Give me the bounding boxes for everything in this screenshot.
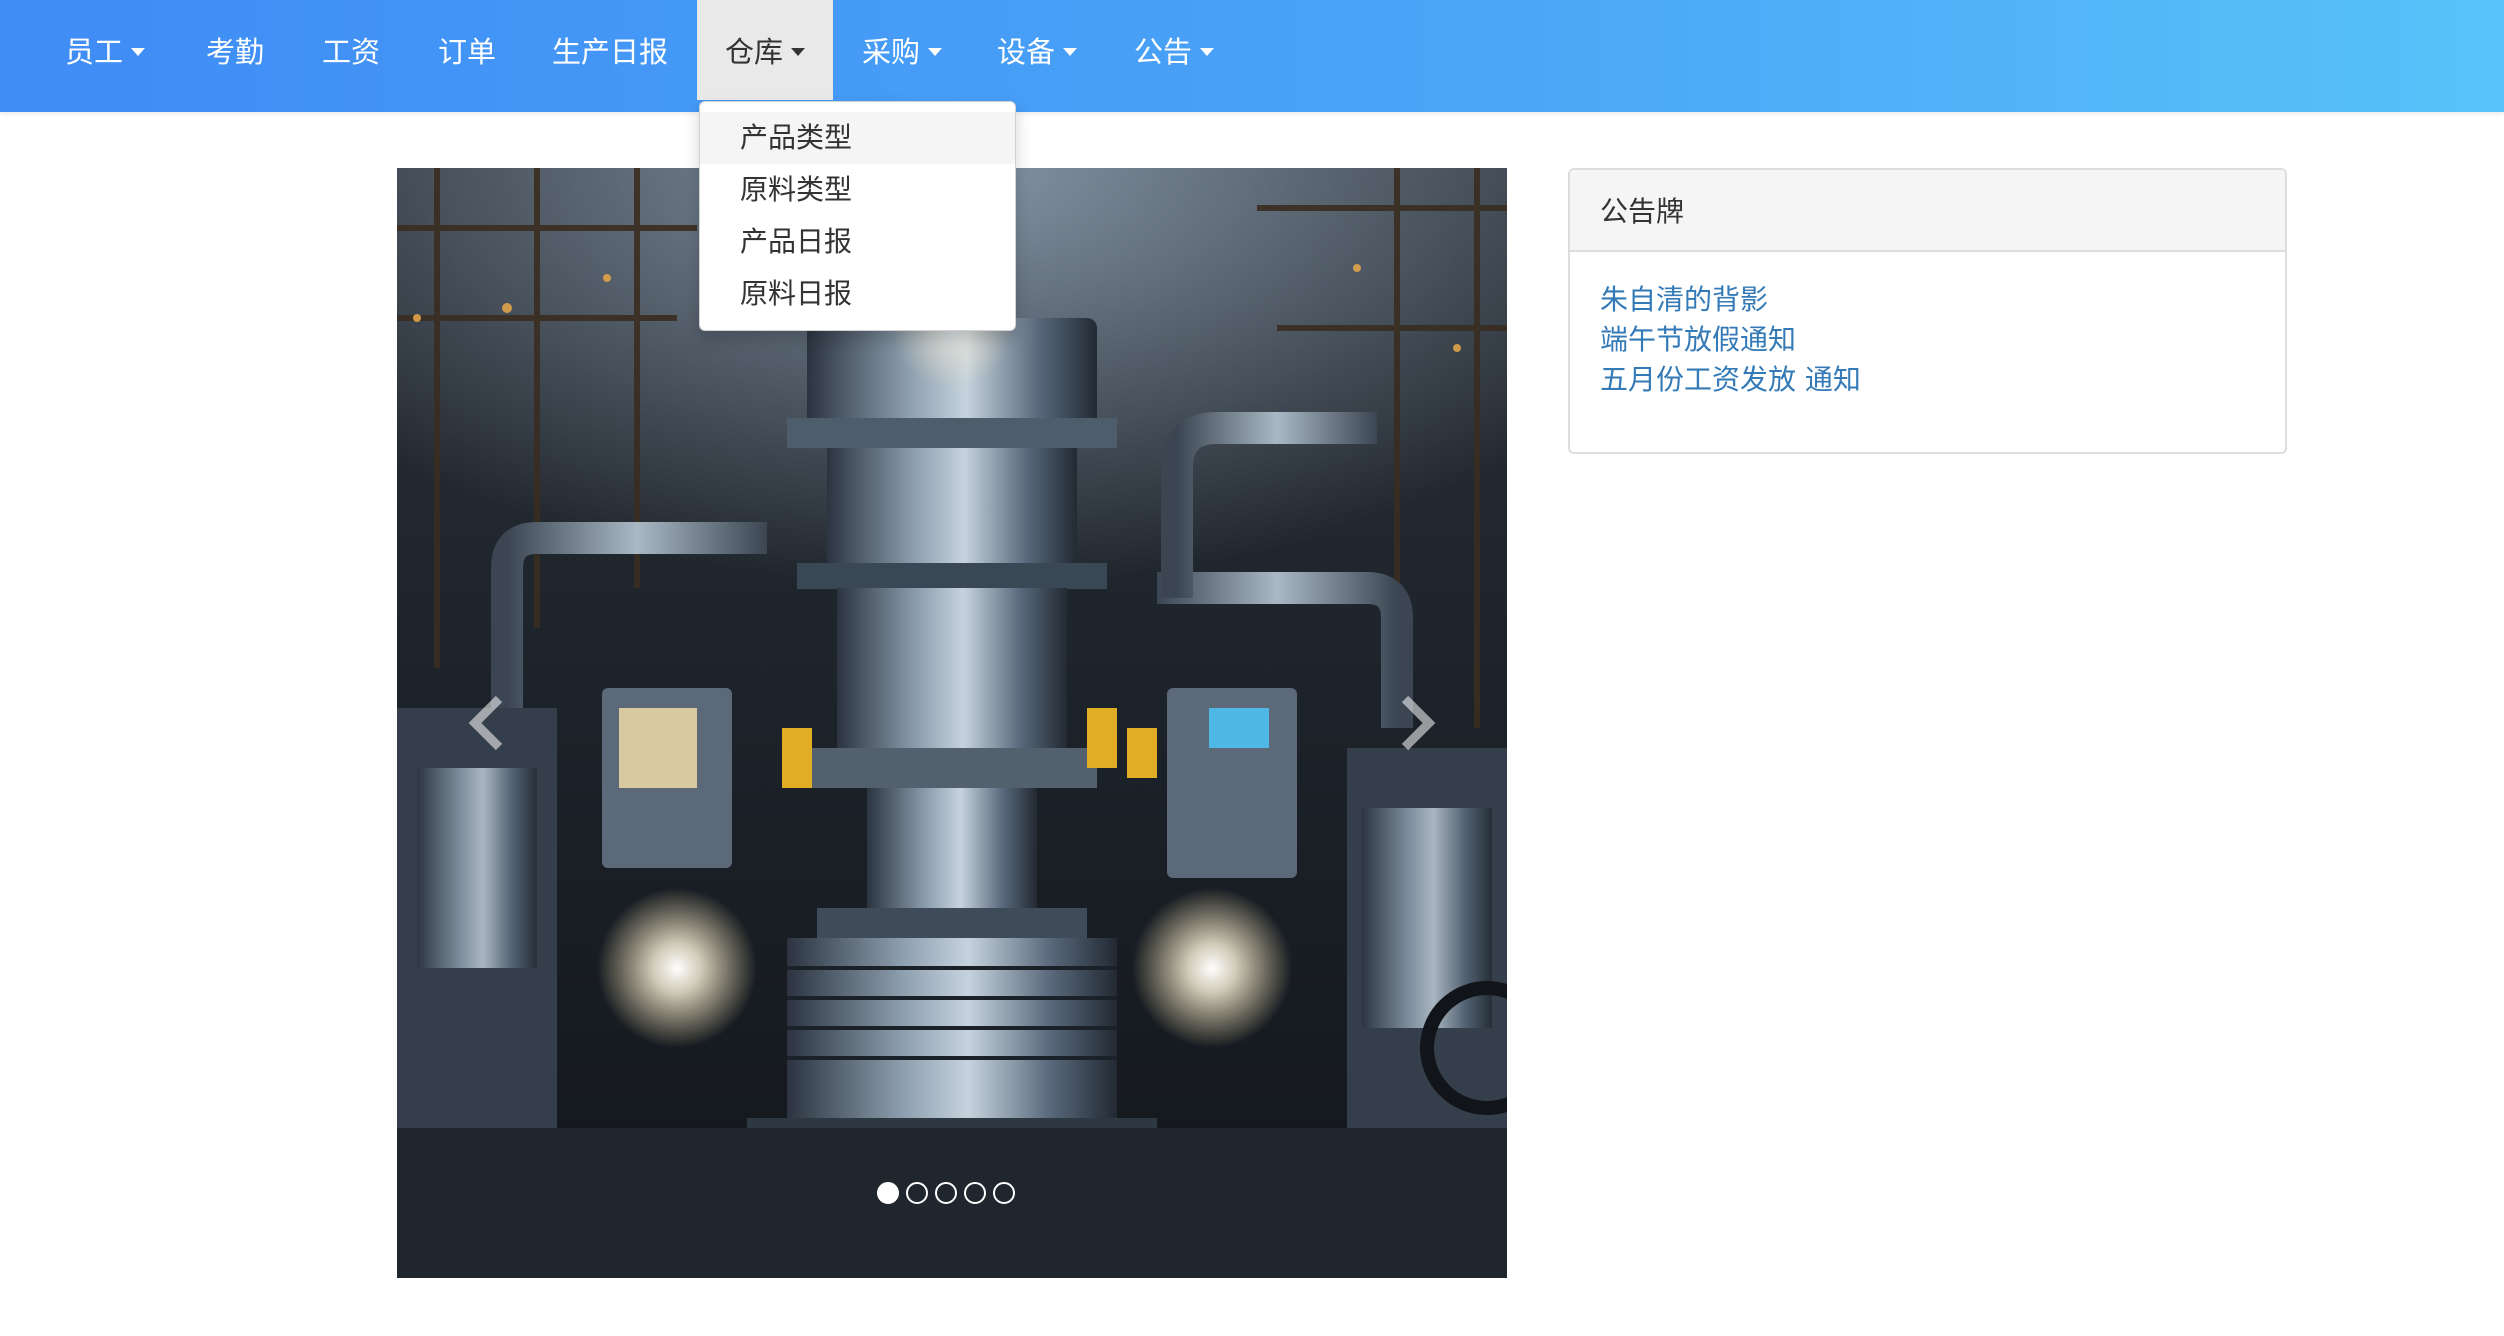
menu-item-product-type[interactable]: 产品类型 [700, 112, 1015, 164]
carousel-indicator[interactable] [993, 1182, 1015, 1204]
carousel-indicator[interactable] [935, 1182, 957, 1204]
notice-link[interactable]: 端午节放假通知 [1600, 320, 2285, 360]
notice-link[interactable]: 朱自清的背影 [1600, 280, 2285, 320]
notice-link[interactable]: 五月份工资发放 通知 [1600, 360, 2285, 400]
warehouse-dropdown-menu: 产品类型 原料类型 产品日报 原料日报 [699, 101, 1016, 331]
menu-item-product-daily[interactable]: 产品日报 [700, 216, 1015, 268]
nav-purchase-label: 采购 [861, 35, 920, 69]
nav-equipment-dropdown[interactable]: 设备 [976, 0, 1098, 100]
caret-down-icon [1200, 48, 1214, 56]
nav-production-daily[interactable]: 生产日报 [530, 0, 690, 100]
carousel-indicators [877, 1181, 1027, 1205]
carousel-indicator[interactable] [964, 1182, 986, 1204]
menu-item-material-type[interactable]: 原料类型 [700, 164, 1015, 216]
nav-employee-label: 员工 [64, 35, 123, 69]
caret-down-icon [1063, 48, 1077, 56]
nav-equipment-label: 设备 [996, 35, 1055, 69]
image-carousel[interactable] [397, 168, 1507, 1278]
top-navbar: 员工 考勤 工资 订单 生产日报 仓库 采购 设备 公告 [0, 0, 2504, 112]
nav-attendance[interactable]: 考勤 [180, 0, 290, 100]
nav-salary[interactable]: 工资 [296, 0, 406, 100]
nav-purchase-dropdown[interactable]: 采购 [842, 0, 962, 100]
notice-board-title: 公告牌 [1570, 170, 2285, 252]
carousel-indicator[interactable] [877, 1182, 899, 1204]
industrial-machinery-photo [397, 168, 1507, 1278]
carousel-indicator[interactable] [906, 1182, 928, 1204]
nav-orders[interactable]: 订单 [412, 0, 522, 100]
chevron-right-icon [1401, 695, 1436, 751]
nav-salary-label: 工资 [321, 35, 380, 69]
caret-down-icon [928, 48, 942, 56]
caret-down-icon [131, 48, 145, 56]
nav-announcement-label: 公告 [1133, 35, 1192, 69]
carousel-prev-button[interactable] [447, 678, 527, 768]
chevron-left-icon [468, 695, 503, 751]
nav-employee-dropdown[interactable]: 员工 [40, 0, 170, 100]
nav-warehouse-label: 仓库 [724, 35, 783, 69]
carousel-next-button[interactable] [1377, 678, 1457, 768]
caret-down-icon [791, 48, 805, 56]
nav-warehouse-dropdown[interactable]: 仓库 [697, 0, 833, 100]
notice-board-panel: 公告牌 朱自清的背影 端午节放假通知 五月份工资发放 通知 [1568, 168, 2287, 454]
notice-board-body: 朱自清的背影 端午节放假通知 五月份工资发放 通知 [1570, 252, 2285, 400]
nav-production-daily-label: 生产日报 [551, 35, 668, 69]
nav-announcement-dropdown[interactable]: 公告 [1112, 0, 1236, 100]
nav-orders-label: 订单 [437, 35, 496, 69]
nav-attendance-label: 考勤 [205, 35, 264, 69]
menu-item-material-daily[interactable]: 原料日报 [700, 268, 1015, 320]
